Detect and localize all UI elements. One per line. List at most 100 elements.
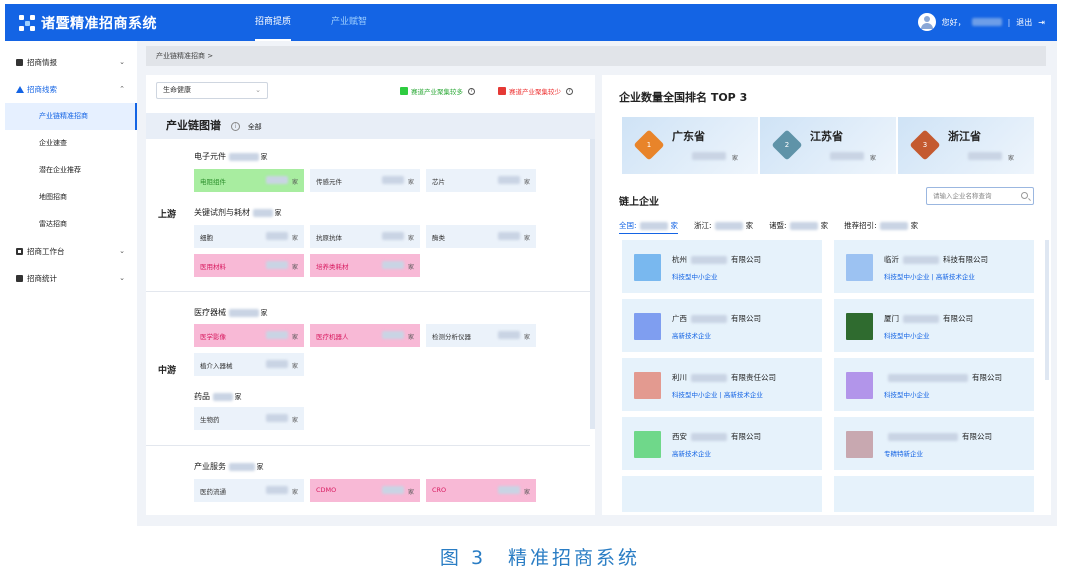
chain-all-filter[interactable]: 全部 [248, 123, 262, 131]
legend-less: 赛道产业聚集较少 ? [498, 86, 573, 96]
company-card[interactable]: 广西 有限公司 高新技术企业 [622, 299, 822, 352]
tab-zhaoshang-tizhi[interactable]: 招商提质 [255, 4, 292, 41]
sidebar-item-stats[interactable]: 招商统计 ⌄ [5, 265, 137, 292]
company-logo [846, 254, 873, 281]
rank-badge-icon: 3 [909, 129, 941, 161]
cell-node[interactable]: 医用材料家 [194, 254, 304, 277]
cell-node[interactable]: 医学影像家 [194, 324, 304, 347]
stage-upstream: 上游 [158, 210, 177, 220]
filter-zhuji[interactable]: 诸暨: 家 [769, 220, 828, 234]
cell-node[interactable]: CRO 家 [426, 479, 536, 502]
rank-badge-icon: 2 [771, 129, 803, 161]
company-card[interactable]: 有限公司 专精特新企业 [834, 417, 1034, 470]
company-tags: 科技型中小企业 [884, 332, 930, 340]
count-blur [968, 152, 1002, 160]
divider [146, 445, 590, 446]
count-blur [692, 152, 726, 160]
help-icon[interactable]: ? [468, 87, 475, 95]
cell-node[interactable]: 生物药家 [194, 407, 304, 430]
scrollbar[interactable] [1045, 240, 1049, 380]
cell-node[interactable]: CDMO 家 [310, 479, 420, 502]
company-list: 杭州 有限公司 科技型中小企业 临沂 科技有限公司 科技型中小企业 | 高新技术企业… [614, 240, 1040, 512]
cell-node[interactable]: 植介入器械家 [194, 353, 304, 376]
company-logo [846, 431, 873, 458]
scrollbar[interactable] [590, 139, 595, 429]
cell-node[interactable]: 医药流通家 [194, 479, 304, 502]
sidebar-sub-radar[interactable]: 雷达招商 [5, 211, 137, 238]
cell-node[interactable]: 培养类耗材家 [310, 254, 420, 277]
company-name: 临沂 科技有限公司 [884, 255, 988, 264]
company-logo [634, 431, 661, 458]
username-blur [971, 18, 1002, 26]
sidebar-sub-chain[interactable]: 产业链精准招商 [5, 103, 137, 130]
sidebar-item-workbench[interactable]: 招商工作台 ⌄ [5, 238, 137, 265]
logout-link[interactable]: 退出 [1016, 17, 1032, 28]
cell-node[interactable]: 医疗机器人家 [310, 324, 420, 347]
ranking-title: 企业数量全国排名 TOP 3 [619, 91, 748, 104]
cell-node[interactable]: 芯片家 [426, 169, 536, 192]
chain-title: 产业链图谱 [166, 119, 221, 132]
avatar[interactable] [917, 13, 936, 31]
sidebar-sub-company-search[interactable]: 企业速查 [5, 130, 137, 157]
province-card[interactable]: 3 浙江省 家 [898, 117, 1034, 174]
logout-icon[interactable]: ⇥ [1038, 18, 1045, 27]
company-card[interactable]: 利川 有限责任公司 科技型中小企业 | 高新技术企业 [622, 358, 822, 411]
cell-node[interactable]: 细胞家 [194, 225, 304, 248]
chevron-down-icon: ⌄ [255, 86, 261, 94]
sidebar-item-label: 招商统计 [27, 274, 57, 283]
company-name: 广西 有限公司 [672, 314, 761, 323]
sidebar-sub-recommend[interactable]: 潜在企业推荐 [5, 157, 137, 184]
help-icon[interactable]: ? [566, 87, 573, 95]
cell-node[interactable]: 酶类家 [426, 225, 536, 248]
cell-node[interactable]: 电阻组件家 [194, 169, 304, 192]
company-logo [634, 372, 661, 399]
logo-icon [19, 15, 35, 31]
legend-more-label: 赛道产业聚集较多 [411, 88, 463, 96]
group-reagents: 关键试剂与耗材 家 [194, 208, 282, 217]
province-card[interactable]: 2 江苏省 家 [760, 117, 896, 174]
industry-select[interactable]: 生命健康 ⌄ [156, 82, 268, 99]
company-name: 有限公司 [884, 431, 992, 442]
cell-node[interactable]: 抗原抗体家 [310, 225, 420, 248]
region-filters: 全国: 家 浙江: 家 诸暨: 家 推荐招引: 家 [619, 220, 934, 234]
company-tags: 科技型中小企业 [884, 391, 930, 399]
company-name: 有限公司 [884, 372, 1002, 383]
sidebar-item-intel[interactable]: 招商情报 ⌄ [5, 49, 137, 76]
sidebar-sub-map[interactable]: 地图招商 [5, 184, 137, 211]
cell-node[interactable]: 传感元件家 [310, 169, 420, 192]
divider: | [1007, 17, 1011, 27]
filter-national[interactable]: 全国: 家 [619, 220, 679, 234]
company-card[interactable]: 西安 有限公司 高新技术企业 [622, 417, 822, 470]
filter-recommended[interactable]: 推荐招引: 家 [844, 220, 918, 234]
top-bar: 诸暨精准招商系统 招商提质 产业赋智 您好， | 退出 ⇥ [5, 4, 1057, 41]
info-icon[interactable]: i [230, 121, 240, 131]
province-card[interactable]: 1 广东省 家 [622, 117, 758, 174]
company-tags: 高新技术企业 [672, 450, 711, 458]
province-name: 浙江省 [948, 130, 981, 143]
ranking-panel: 企业数量全国排名 TOP 3 1 广东省 家 2 江苏省 家 3 浙江省 家 链… [602, 75, 1051, 515]
stage-midstream: 中游 [158, 366, 177, 376]
company-logo [846, 313, 873, 340]
company-card[interactable]: 有限公司 科技型中小企业 [834, 358, 1034, 411]
company-card[interactable] [622, 476, 822, 512]
search-icon[interactable] [1021, 192, 1028, 199]
cell-node[interactable]: 检测分析仪器家 [426, 324, 536, 347]
company-card[interactable]: 临沂 科技有限公司 科技型中小企业 | 高新技术企业 [834, 240, 1034, 293]
company-tags: 高新技术企业 [672, 332, 711, 340]
tab-chanye-fuzhi[interactable]: 产业赋智 [331, 4, 367, 41]
company-search-input[interactable]: 请输入企业名称查询 [926, 187, 1034, 205]
chain-panel: 生命健康 ⌄ 赛道产业聚集较多 ? 赛道产业聚集较少 ? 产业链图谱 i 全部 … [146, 75, 595, 515]
legend-less-label: 赛道产业聚集较少 [509, 88, 561, 96]
filter-zhejiang[interactable]: 浙江: 家 [694, 220, 753, 234]
company-card[interactable]: 杭州 有限公司 科技型中小企业 [622, 240, 822, 293]
company-card[interactable] [834, 476, 1034, 512]
company-name: 利川 有限责任公司 [672, 373, 776, 382]
rank-badge-icon: 1 [633, 129, 665, 161]
company-card[interactable]: 厦门 有限公司 科技型中小企业 [834, 299, 1034, 352]
breadcrumb: 产业链精准招商 > [146, 46, 1046, 66]
group-services: 产业服务 家 [194, 462, 264, 471]
count-blur [830, 152, 864, 160]
app-logo[interactable]: 诸暨精准招商系统 [19, 13, 157, 33]
sidebar-item-leads[interactable]: 招商线索 ⌃ [5, 76, 137, 103]
unit: 家 [869, 155, 876, 162]
